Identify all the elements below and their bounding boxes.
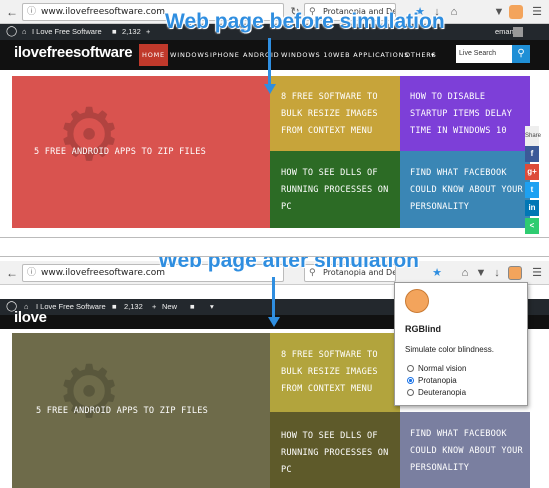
- search-icon: ⚲: [517, 48, 525, 59]
- admin-comment-count[interactable]: 2,132: [124, 299, 143, 315]
- pocket-icon[interactable]: ▼: [492, 5, 506, 19]
- menu-android[interactable]: ANDROID: [240, 44, 282, 66]
- featured-post-title: HOW TO DISABLE STARTUP ITEMS DELAY TIME …: [410, 92, 513, 136]
- menu-web-applications[interactable]: WEB APPLICATIONS: [330, 44, 412, 66]
- home-icon[interactable]: ⌂: [458, 266, 472, 280]
- featured-post-title: FIND WHAT FACEBOOK COULD KNOW ABOUT YOUR…: [410, 429, 523, 473]
- featured-post-tile[interactable]: 8 FREE SOFTWARE TO BULK RESIZE IMAGES FR…: [270, 76, 400, 151]
- radio-button[interactable]: [407, 377, 414, 384]
- address-bar-url: www.ilovefreesoftware.com: [41, 268, 165, 278]
- featured-post-tile[interactable]: FIND WHAT FACEBOOK COULD KNOW ABOUT YOUR…: [400, 151, 530, 228]
- annotation-arrow-head: [264, 84, 276, 94]
- comments-icon: ■: [112, 302, 117, 311]
- annotation-arrow-head: [268, 317, 280, 327]
- back-arrow-icon[interactable]: ←: [4, 4, 20, 20]
- menu-windows[interactable]: WINDOWS: [167, 44, 212, 66]
- yoast-icon[interactable]: ■: [190, 299, 195, 315]
- annotation-arrow: [272, 277, 275, 319]
- popup-description: Simulate color blindness.: [405, 345, 494, 354]
- featured-post-tile[interactable]: ⚙ 5 FREE ANDROID APPS TO ZIP FILES: [12, 76, 270, 228]
- option-label: Normal vision: [418, 364, 467, 373]
- featured-post-tile[interactable]: 8 FREE SOFTWARE TO BULK RESIZE IMAGES FR…: [270, 333, 400, 412]
- rgblind-logo-icon: [405, 289, 429, 313]
- radio-button[interactable]: [407, 365, 414, 372]
- info-icon[interactable]: ⓘ: [27, 4, 36, 20]
- chevron-down-icon[interactable]: ▾: [210, 299, 214, 315]
- pocket-icon[interactable]: ▼: [474, 266, 488, 280]
- menu-home[interactable]: HOME: [139, 44, 168, 66]
- featured-post-title: HOW TO SEE DLLS OF RUNNING PROCESSES ON …: [281, 431, 389, 475]
- more-share-button[interactable]: <: [525, 218, 539, 234]
- option-label: Protanopia: [418, 376, 457, 385]
- rgblind-popup: RGBlind Simulate color blindness. Normal…: [394, 282, 528, 406]
- option-deuteranopia[interactable]: Deuteranopia: [407, 388, 466, 397]
- add-new-icon[interactable]: +: [146, 24, 150, 40]
- menu-iphone[interactable]: IPHONE: [207, 44, 243, 66]
- admin-home-icon: ⌂: [22, 27, 27, 36]
- admin-site-name[interactable]: I Love Free Software: [32, 24, 102, 40]
- option-normal-vision[interactable]: Normal vision: [407, 364, 466, 373]
- comments-icon: ■: [112, 27, 117, 36]
- popup-title: RGBlind: [405, 324, 441, 334]
- hamburger-menu-icon[interactable]: ☰: [530, 266, 544, 280]
- android-robot-icon: ⚙: [62, 78, 117, 183]
- before-simulation-screenshot: ← ⓘ www.ilovefreesoftware.com ↻ ⚲ Protan…: [0, 0, 549, 238]
- annotation-arrow: [268, 38, 271, 86]
- home-icon[interactable]: ⌂: [447, 5, 461, 19]
- after-simulation-screenshot: ← ⓘ www.ilovefreesoftware.com ⚲ Protanop…: [0, 256, 549, 488]
- address-bar-url: www.ilovefreesoftware.com: [41, 7, 165, 17]
- after-caption: Web page after simulation: [158, 256, 419, 272]
- site-search-input[interactable]: Live Search: [456, 45, 512, 63]
- featured-post-title: 8 FREE SOFTWARE TO BULK RESIZE IMAGES FR…: [281, 350, 378, 394]
- bookmark-star-icon[interactable]: ★: [430, 266, 444, 280]
- featured-post-title: FIND WHAT FACEBOOK COULD KNOW ABOUT YOUR…: [410, 168, 523, 212]
- add-new-icon[interactable]: +: [152, 299, 156, 315]
- featured-post-title: HOW TO SEE DLLS OF RUNNING PROCESSES ON …: [281, 168, 389, 212]
- site-navigation: ilovefreesoftware HOME WINDOWS IPHONE AN…: [0, 40, 549, 70]
- featured-post-title: 8 FREE SOFTWARE TO BULK RESIZE IMAGES FR…: [281, 92, 378, 136]
- admin-user-name[interactable]: eman: [495, 24, 514, 40]
- chevron-down-icon[interactable]: ▾: [428, 44, 437, 66]
- rgblind-extension-icon[interactable]: [509, 5, 523, 19]
- featured-post-tile[interactable]: HOW TO DISABLE STARTUP ITEMS DELAY TIME …: [400, 76, 530, 151]
- back-arrow-icon[interactable]: ←: [4, 265, 20, 281]
- featured-post-title: 5 FREE ANDROID APPS TO ZIP FILES: [36, 406, 208, 416]
- admin-new-link[interactable]: New: [162, 299, 177, 315]
- admin-comment-count[interactable]: 2,132: [122, 24, 141, 40]
- hamburger-menu-icon[interactable]: ☰: [530, 5, 544, 19]
- featured-post-tile[interactable]: ⚙ 5 FREE ANDROID APPS TO ZIP FILES: [12, 333, 270, 488]
- featured-post-tile[interactable]: FIND WHAT FACEBOOK COULD KNOW ABOUT YOUR…: [400, 412, 530, 488]
- rgblind-extension-icon[interactable]: [508, 266, 522, 280]
- featured-post-title: 5 FREE ANDROID APPS TO ZIP FILES: [34, 147, 206, 157]
- facebook-share-button[interactable]: f: [525, 146, 539, 162]
- download-icon[interactable]: ↓: [490, 266, 504, 280]
- featured-post-tile[interactable]: HOW TO SEE DLLS OF RUNNING PROCESSES ON …: [270, 412, 400, 488]
- option-protanopia[interactable]: Protanopia: [407, 376, 457, 385]
- featured-post-tile[interactable]: HOW TO SEE DLLS OF RUNNING PROCESSES ON …: [270, 151, 400, 228]
- site-search-button[interactable]: ⚲: [512, 45, 530, 63]
- avatar[interactable]: [513, 27, 523, 37]
- option-label: Deuteranopia: [418, 388, 467, 397]
- radio-button[interactable]: [407, 389, 414, 396]
- site-logo[interactable]: ilovefreesoftware: [14, 44, 133, 61]
- before-caption: Web page before simulation: [165, 10, 445, 33]
- wordpress-icon[interactable]: ◯: [6, 24, 17, 40]
- menu-windows-10[interactable]: WINDOWS 10: [278, 44, 336, 66]
- site-logo[interactable]: ilove: [14, 309, 47, 326]
- info-icon[interactable]: ⓘ: [27, 265, 36, 281]
